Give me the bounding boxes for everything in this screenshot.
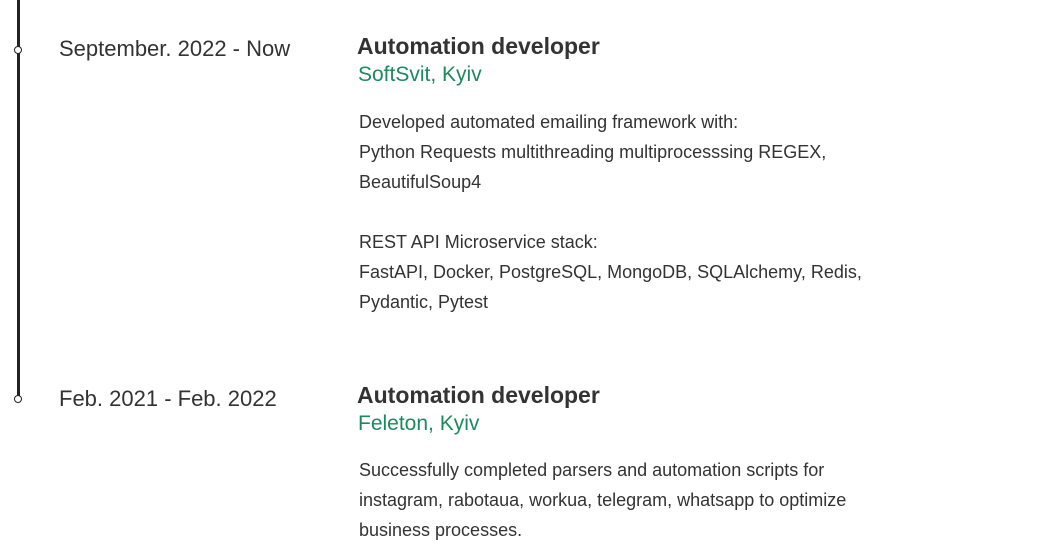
- description-line: Pydantic, Pytest: [359, 292, 489, 312]
- description-line: business processes.: [359, 520, 523, 540]
- entry-description: Successfully completed parsers and autom…: [359, 455, 959, 545]
- description-line: Developed automated emailing framework w…: [359, 112, 739, 132]
- entry-company: SoftSvit, Kyiv: [358, 63, 482, 86]
- entry-description: Developed automated emailing framework w…: [359, 107, 959, 317]
- description-line: Python Requests multithreading multiproc…: [359, 142, 827, 162]
- description-line: instagram, rabotaua, workua, telegram, w…: [359, 490, 847, 510]
- entry-date: Feb. 2021 - Feb. 2022: [59, 386, 277, 411]
- timeline-dot-icon: [14, 46, 22, 54]
- description-line: FastAPI, Docker, PostgreSQL, MongoDB, SQ…: [359, 262, 862, 282]
- timeline-dot-icon: [14, 395, 22, 403]
- timeline-line: [17, 0, 20, 398]
- description-line: BeautifulSoup4: [359, 172, 482, 192]
- entry-title: Automation developer: [357, 33, 600, 59]
- entry-company: Feleton, Kyiv: [358, 412, 480, 435]
- entry-date: September. 2022 - Now: [59, 36, 291, 61]
- description-line: REST API Microservice stack:: [359, 232, 598, 252]
- description-line: Successfully completed parsers and autom…: [359, 460, 825, 480]
- entry-title: Automation developer: [357, 382, 600, 408]
